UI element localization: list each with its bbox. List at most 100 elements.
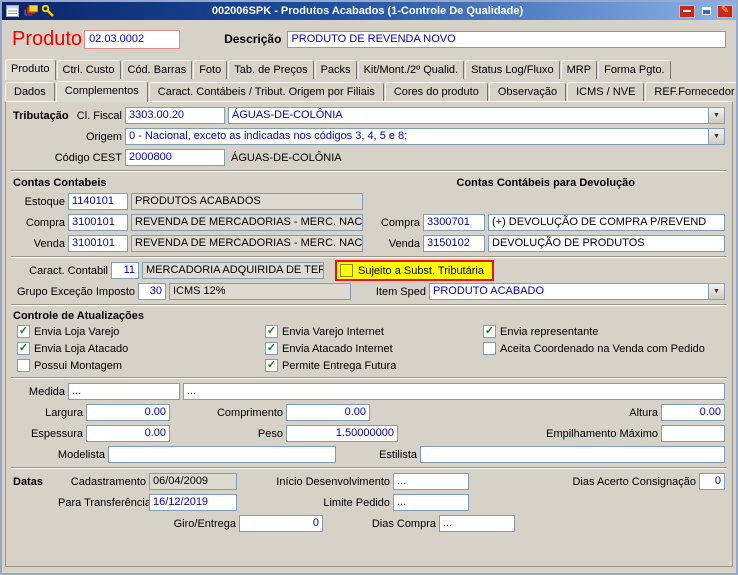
empilhamento-maximo-input[interactable]: [661, 425, 725, 442]
checkbox-aceita-coordenado[interactable]: Aceita Coordenado na Venda com Pedido: [483, 342, 721, 355]
tab-produto[interactable]: Produto: [5, 59, 56, 80]
checkbox-envia-varejo-internet[interactable]: Envia Varejo Internet: [265, 325, 483, 338]
grupo-excecao-input[interactable]: 30: [138, 283, 166, 300]
venda-code-input[interactable]: 3100101: [68, 235, 128, 252]
grupo-excecao-desc: ICMS 12%: [169, 283, 351, 300]
title-bar[interactable]: 002006SPK - Produtos Acabados (1-Control…: [2, 2, 736, 20]
tab-forma-pgto[interactable]: Forma Pgto.: [598, 60, 671, 79]
pencil-icon: ✎: [721, 6, 729, 16]
cl-fiscal-combo[interactable]: ÁGUAS-DE-COLÔNIA: [228, 107, 725, 124]
tab-kit-mont[interactable]: Kit/Mont./2º Qualid.: [358, 60, 465, 79]
subst-tributaria-checkbox[interactable]: [340, 264, 353, 277]
item-sped-label: Item Sped: [370, 286, 426, 298]
layers-icon[interactable]: [23, 5, 38, 18]
dev-venda-code-input[interactable]: 3150102: [423, 235, 485, 252]
tab-ref-fornecedor[interactable]: REF.Fornecedor: [645, 82, 738, 101]
codigo-cest-desc: ÁGUAS-DE-COLÔNIA: [228, 152, 342, 164]
form-icon[interactable]: [5, 5, 20, 18]
tab-icms-nve[interactable]: ICMS / NVE: [567, 82, 644, 101]
venda-label: Venda: [13, 238, 65, 250]
dias-compra-input[interactable]: ...: [439, 515, 515, 532]
dev-venda-label: Venda: [376, 238, 420, 250]
tab-packs[interactable]: Packs: [315, 60, 357, 79]
app-window: 002006SPK - Produtos Acabados (1-Control…: [0, 0, 738, 575]
checkbox-envia-representante[interactable]: Envia representante: [483, 325, 721, 338]
item-sped-combo[interactable]: PRODUTO ACABADO: [429, 283, 725, 300]
checkbox-icon[interactable]: [17, 325, 30, 338]
dev-compra-desc: (+) DEVOLUÇÃO DE COMPRA P/REVEND: [488, 214, 725, 231]
comprimento-input[interactable]: 0.00: [286, 404, 370, 421]
cadastramento-label: Cadastramento: [58, 476, 146, 488]
section-divider: [11, 467, 727, 469]
estilista-input[interactable]: [420, 446, 725, 463]
codigo-cest-label: Código CEST: [40, 152, 122, 164]
tab-cores-do-produto[interactable]: Cores do produto: [385, 82, 488, 101]
estoque-desc: PRODUTOS ACABADOS: [131, 193, 363, 210]
produto-code-field[interactable]: 02.03.0002: [84, 30, 180, 49]
chevron-down-icon[interactable]: [708, 284, 724, 299]
sub-tab-bar: Dados Complementos Caract. Contábeis / T…: [2, 81, 736, 101]
compra-desc: REVENDA DE MERCADORIAS - MERC. NACIONA: [131, 214, 363, 231]
contas-devolucao-title: Contas Contábeis para Devolução: [457, 177, 636, 189]
checkbox-permite-entrega-futura[interactable]: Permite Entrega Futura: [265, 359, 483, 372]
codigo-cest-input[interactable]: 2000800: [125, 149, 225, 166]
origem-combo[interactable]: 0 - Nacional, exceto as indicadas nos có…: [125, 128, 725, 145]
descricao-field[interactable]: PRODUTO DE REVENDA NOVO: [287, 31, 726, 48]
checkbox-icon[interactable]: [265, 359, 278, 372]
espessura-input[interactable]: 0.00: [86, 425, 170, 442]
checkbox-icon[interactable]: [265, 325, 278, 338]
caract-contabil-input[interactable]: 11: [111, 262, 139, 279]
dias-compra-label: Dias Compra: [360, 518, 436, 530]
checkbox-possui-montagem[interactable]: Possui Montagem: [17, 359, 265, 372]
tab-complementos[interactable]: Complementos: [56, 81, 148, 102]
medida-input-1[interactable]: ...: [68, 383, 180, 400]
modelista-input[interactable]: [108, 446, 336, 463]
inicio-desenvolvimento-input[interactable]: ...: [393, 473, 469, 490]
estilista-label: Estilista: [357, 449, 417, 461]
subst-tributaria-highlight[interactable]: Sujeito a Subst. Tributária: [335, 260, 494, 281]
cl-fiscal-input[interactable]: 3303.00.20: [125, 107, 225, 124]
tab-dados[interactable]: Dados: [5, 82, 55, 101]
checkbox-envia-loja-varejo[interactable]: Envia Loja Varejo: [17, 325, 265, 338]
checkbox-icon[interactable]: [265, 342, 278, 355]
checkbox-envia-atacado-internet[interactable]: Envia Atacado Internet: [265, 342, 483, 355]
giro-entrega-input[interactable]: 0: [239, 515, 323, 532]
tab-foto[interactable]: Foto: [193, 60, 227, 79]
tab-status-log-fluxo[interactable]: Status Log/Fluxo: [465, 60, 560, 79]
section-divider: [11, 256, 727, 258]
wrench-icon[interactable]: [41, 5, 56, 18]
checkbox-icon[interactable]: [17, 342, 30, 355]
edit-button[interactable]: ✎: [717, 5, 733, 18]
peso-input[interactable]: 1.50000000: [286, 425, 398, 442]
checkbox-envia-loja-atacado[interactable]: Envia Loja Atacado: [17, 342, 265, 355]
medida-input-2[interactable]: ...: [183, 383, 725, 400]
checkbox-icon[interactable]: [483, 342, 496, 355]
tab-mrp[interactable]: MRP: [561, 60, 597, 79]
estoque-code-input[interactable]: 1140101: [68, 193, 128, 210]
para-transferencia-label: Para Transferência: [58, 497, 146, 509]
largura-input[interactable]: 0.00: [86, 404, 170, 421]
tab-cod-barras[interactable]: Cód. Barras: [122, 60, 193, 79]
checkbox-icon[interactable]: [483, 325, 496, 338]
dias-acerto-consignacao-input[interactable]: 0: [699, 473, 725, 490]
para-transferencia-input[interactable]: 16/12/2019: [149, 494, 237, 511]
tab-tab-de-precos[interactable]: Tab. de Preços: [228, 60, 313, 79]
tab-observacao[interactable]: Observação: [489, 82, 566, 101]
controle-atualizacoes-title: Controle de Atualizações: [13, 310, 144, 322]
update-checkbox-grid: Envia Loja Varejo Envia Varejo Internet …: [9, 324, 729, 375]
limite-pedido-input[interactable]: ...: [393, 494, 469, 511]
dev-compra-code-input[interactable]: 3300701: [423, 214, 485, 231]
inicio-desenvolvimento-label: Início Desenvolvimento: [264, 476, 390, 488]
tab-ctrl-custo[interactable]: Ctrl. Custo: [57, 60, 121, 79]
compra-code-input[interactable]: 3100101: [68, 214, 128, 231]
complementos-panel: Tributação Cl. Fiscal 3303.00.20 ÁGUAS-D…: [5, 101, 733, 567]
altura-input[interactable]: 0.00: [661, 404, 725, 421]
chevron-down-icon[interactable]: [708, 108, 724, 123]
tab-caract-contabeis-filiais[interactable]: Caract. Contábeis / Tribut. Origem por F…: [149, 82, 384, 101]
minimize-button[interactable]: [679, 5, 695, 18]
maximize-button[interactable]: [698, 5, 714, 18]
checkbox-icon[interactable]: [17, 359, 30, 372]
largura-label: Largura: [13, 407, 83, 419]
chevron-down-icon[interactable]: [708, 129, 724, 144]
caract-contabil-label: Caract. Contabil: [13, 265, 108, 277]
